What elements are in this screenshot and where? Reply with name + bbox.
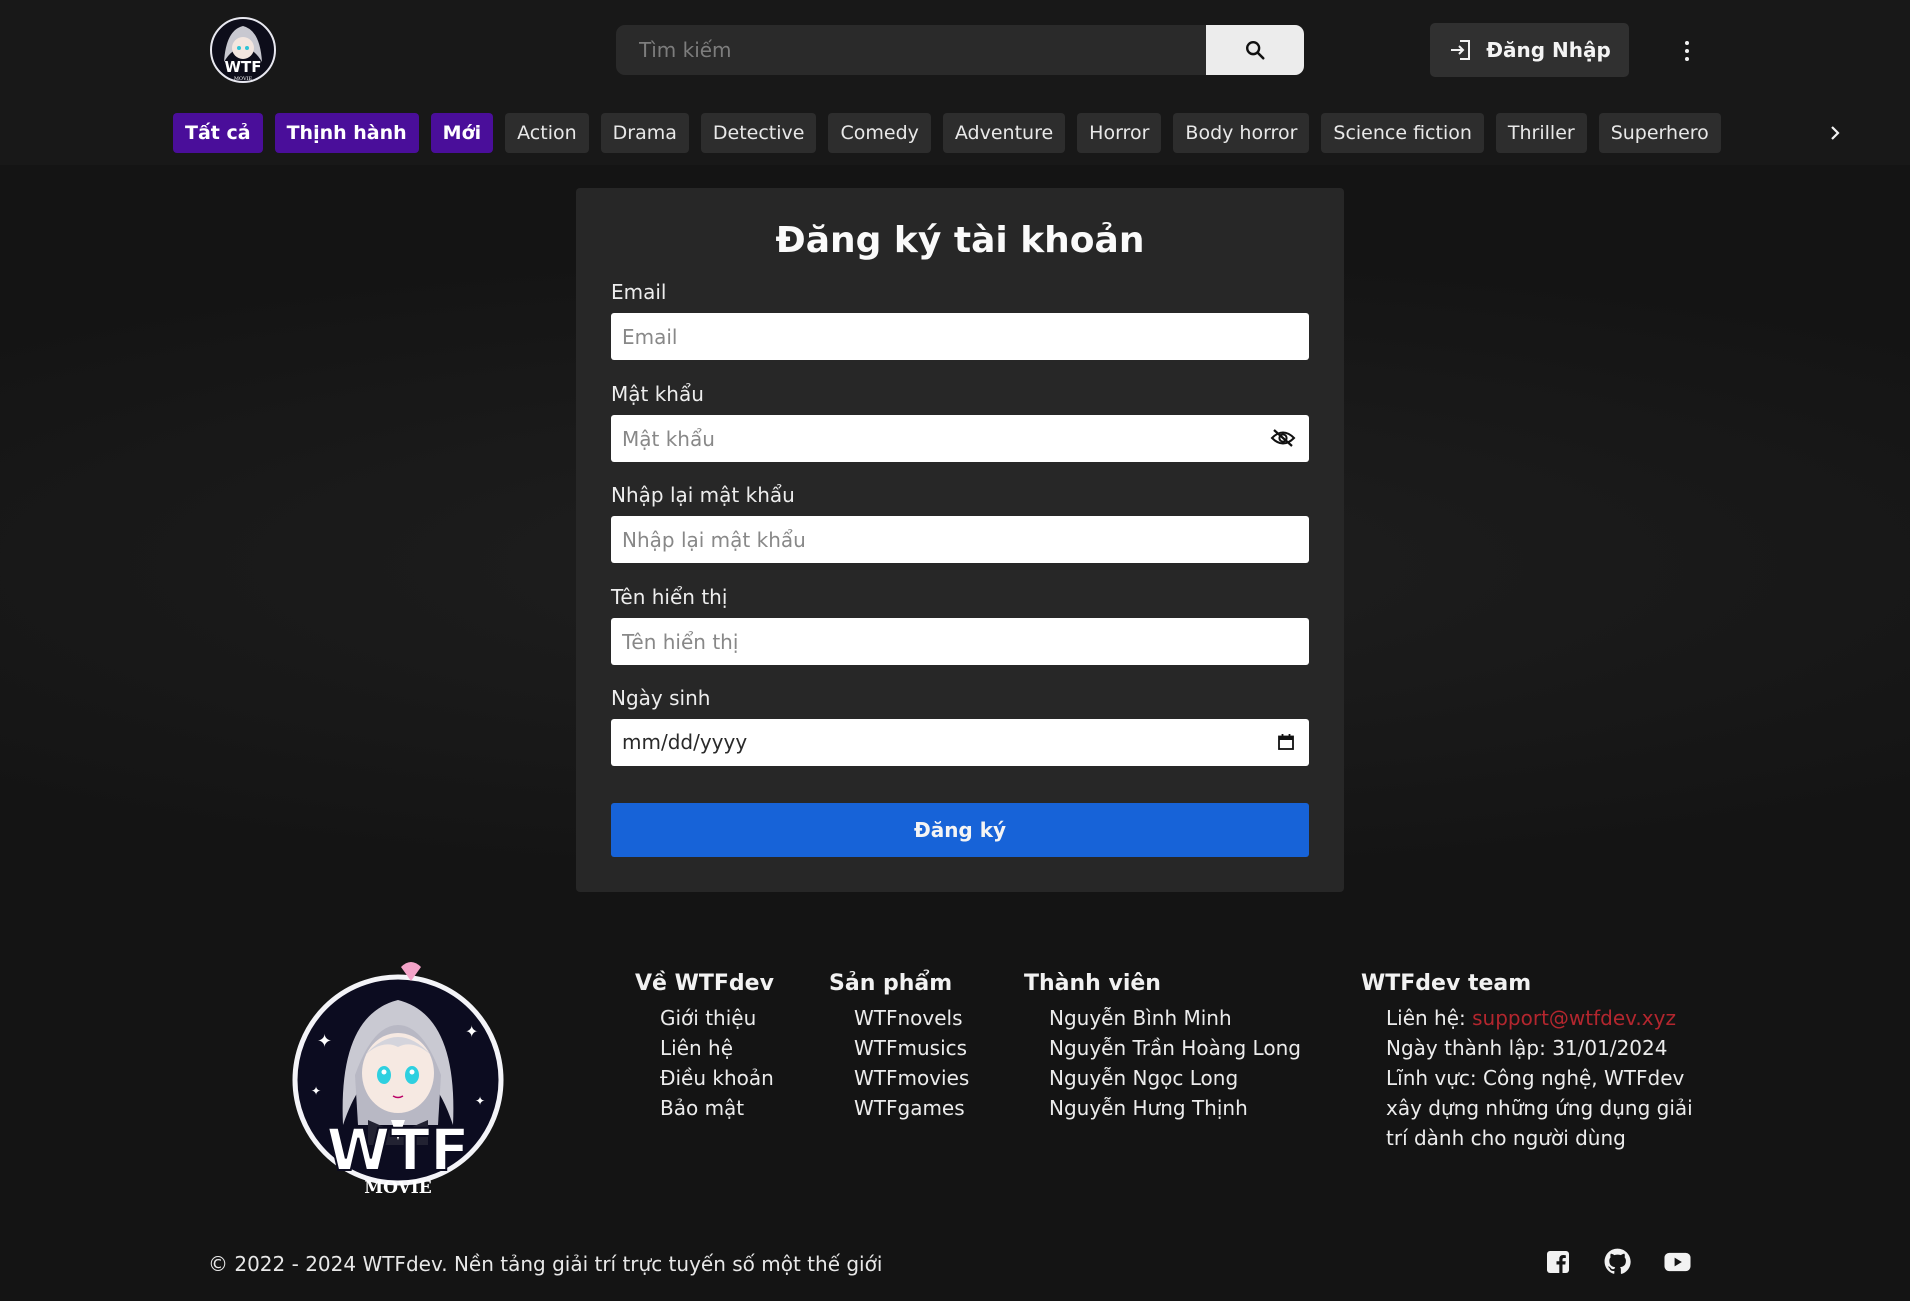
team-field-line-1: Lĩnh vực: Công nghệ, WTFdev: [1386, 1066, 1685, 1090]
svg-text:WTF: WTF: [326, 1116, 469, 1184]
register-card: Đăng ký tài khoản Email Mật khẩu Nhập lạ…: [576, 188, 1344, 892]
team-contact-label: Liên hệ:: [1386, 1006, 1473, 1030]
display-name-field[interactable]: [611, 618, 1309, 665]
youtube-icon[interactable]: [1664, 1248, 1691, 1275]
confirm-password-field[interactable]: [611, 516, 1309, 563]
genre-trending[interactable]: Thịnh hành: [274, 113, 419, 153]
login-button[interactable]: Đăng Nhập: [1430, 23, 1629, 77]
team-founded: Ngày thành lập: 31/01/2024: [1386, 1036, 1668, 1060]
eye-off-icon[interactable]: [1268, 423, 1298, 453]
genre-adventure[interactable]: Adventure: [942, 113, 1066, 153]
calendar-icon[interactable]: [1271, 727, 1301, 757]
email-label: Email: [611, 280, 667, 304]
footer-link-wtfnovels[interactable]: WTFnovels: [854, 1003, 969, 1033]
genre-comedy[interactable]: Comedy: [828, 113, 931, 153]
facebook-icon[interactable]: [1544, 1248, 1571, 1275]
email-field[interactable]: [611, 313, 1309, 360]
birthday-placeholder: mm/dd/yyyy: [622, 730, 748, 754]
footer-link-intro[interactable]: Giới thiệu: [660, 1003, 774, 1033]
svg-text:✦: ✦: [311, 1084, 321, 1098]
birthday-field[interactable]: mm/dd/yyyy: [611, 719, 1309, 766]
top-header: WTF MOVIE Đăng Nhập Tất cả Thịnh hành Mớ…: [0, 0, 1910, 165]
birthday-label: Ngày sinh: [611, 686, 711, 710]
svg-text:✦: ✦: [317, 1031, 332, 1052]
footer-about-title: Về WTFdev: [635, 971, 774, 996]
search-bar: [616, 25, 1304, 75]
genre-superhero[interactable]: Superhero: [1598, 113, 1721, 153]
footer-products: Sản phẩm WTFnovels WTFmusics WTFmovies W…: [829, 971, 969, 1123]
genre-thriller[interactable]: Thriller: [1495, 113, 1587, 153]
genre-bar: Tất cả Thịnh hành Mới Action Drama Detec…: [173, 113, 1721, 153]
team-field-line-2: xây dựng những ứng dụng giải: [1386, 1096, 1693, 1120]
page-title: Đăng ký tài khoản: [775, 220, 1145, 261]
wtf-movie-logo-large[interactable]: ✦ ✦ ✦ ✦ WTF MOVIE: [283, 955, 513, 1205]
confirm-password-label: Nhập lại mật khẩu: [611, 483, 795, 507]
search-icon: [1246, 41, 1265, 60]
genre-science-fiction[interactable]: Science fiction: [1321, 113, 1484, 153]
footer-link-wtfmusics[interactable]: WTFmusics: [854, 1033, 969, 1063]
footer-link-wtfgames[interactable]: WTFgames: [854, 1093, 969, 1123]
genre-detective[interactable]: Detective: [700, 113, 817, 153]
member-name: Nguyễn Trần Hoàng Long: [1049, 1036, 1301, 1060]
footer: ✦ ✦ ✦ ✦ WTF MOVIE Về WTFdev Giới thiệu L…: [0, 927, 1910, 1301]
footer-link-contact[interactable]: Liên hệ: [660, 1033, 774, 1063]
footer-link-wtfmovies[interactable]: WTFmovies: [854, 1063, 969, 1093]
footer-members: Thành viên Nguyễn Bình Minh Nguyễn Trần …: [1024, 971, 1301, 1123]
register-button[interactable]: Đăng ký: [611, 803, 1309, 857]
member-name: Nguyễn Ngọc Long: [1049, 1066, 1239, 1090]
footer-members-title: Thành viên: [1024, 971, 1161, 996]
genre-new[interactable]: Mới: [430, 113, 494, 153]
genre-action[interactable]: Action: [505, 113, 589, 153]
genre-all[interactable]: Tất cả: [173, 113, 263, 153]
contact-email-link[interactable]: support@wtfdev.xyz: [1472, 1006, 1676, 1030]
search-button[interactable]: [1206, 25, 1304, 75]
footer-products-title: Sản phẩm: [829, 971, 953, 996]
genre-body-horror[interactable]: Body horror: [1173, 113, 1310, 153]
chevron-right-icon[interactable]: [1820, 118, 1850, 148]
svg-text:✦: ✦: [465, 1022, 478, 1041]
team-field-line-3: trí dành cho người dùng: [1386, 1126, 1626, 1150]
password-field[interactable]: [611, 415, 1309, 462]
svg-text:WTF: WTF: [224, 58, 261, 76]
social-links: [1544, 1248, 1691, 1275]
wtf-movie-logo[interactable]: WTF MOVIE: [208, 12, 278, 88]
login-label: Đăng Nhập: [1486, 38, 1611, 62]
more-vertical-icon[interactable]: [1672, 36, 1702, 66]
genre-drama[interactable]: Drama: [600, 113, 689, 153]
copyright-text: © 2022 - 2024 WTFdev. Nền tảng giải trí …: [208, 1252, 883, 1276]
footer-link-terms[interactable]: Điều khoản: [660, 1063, 774, 1093]
login-icon: [1451, 40, 1471, 60]
svg-text:✦: ✦: [475, 1094, 485, 1108]
footer-about: Về WTFdev Giới thiệu Liên hệ Điều khoản …: [635, 971, 774, 1123]
footer-team-title: WTFdev team: [1361, 971, 1532, 996]
genre-horror[interactable]: Horror: [1077, 113, 1162, 153]
member-name: Nguyễn Bình Minh: [1049, 1006, 1232, 1030]
footer-link-privacy[interactable]: Bảo mật: [660, 1093, 774, 1123]
member-name: Nguyễn Hưng Thịnh: [1049, 1096, 1248, 1120]
svg-text:MOVIE: MOVIE: [364, 1178, 431, 1198]
svg-text:MOVIE: MOVIE: [234, 76, 253, 82]
password-label: Mật khẩu: [611, 382, 704, 406]
team-contact: Liên hệ: support@wtfdev.xyz: [1386, 1003, 1693, 1033]
footer-team: WTFdev team Liên hệ: support@wtfdev.xyz …: [1361, 971, 1693, 1153]
github-icon[interactable]: [1604, 1248, 1631, 1275]
display-name-label: Tên hiển thị: [611, 585, 728, 609]
search-input[interactable]: [616, 25, 1206, 75]
